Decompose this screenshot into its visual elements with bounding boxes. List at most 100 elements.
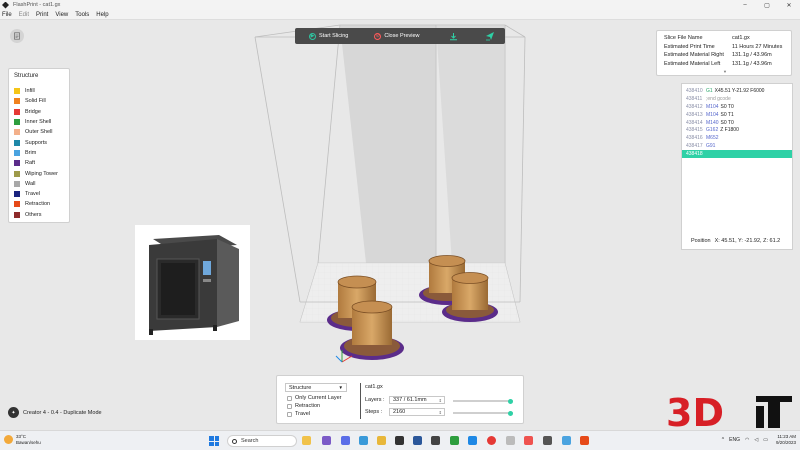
slice-info-panel: Slice File Name cat1.gx Estimated Print Ti… (656, 30, 792, 76)
send-to-printer-icon[interactable] (484, 30, 496, 42)
legend-swatch (14, 180, 20, 187)
download-icon[interactable] (448, 30, 460, 42)
slice-info-label: Estimated Material Left (664, 61, 721, 68)
gcode-line-number: 438410 (686, 87, 703, 94)
spin-arrows-icon[interactable]: ⇕ (439, 410, 442, 415)
slicer-app-icon[interactable] (506, 436, 515, 445)
taskbar-search[interactable]: Search (227, 435, 297, 447)
gcode-line[interactable]: 438415 G162 Z F1800 (682, 126, 792, 134)
legend-label: Outer Shell (25, 129, 53, 136)
close-window-button[interactable]: ✕ (778, 0, 800, 10)
search-icon (232, 438, 237, 444)
gcode-command: G91 (706, 143, 716, 150)
layers-slider-handle[interactable] (508, 398, 513, 404)
terminal-app-icon[interactable] (431, 436, 440, 445)
structure-dropdown[interactable]: Structure ▼ (285, 383, 347, 392)
3d-viewport[interactable] (0, 20, 800, 430)
retraction-checkbox[interactable]: Retraction (287, 403, 320, 409)
gcode-panel[interactable]: 438410 G1 X45.51 Y-21.92 F6000 438411 ;end g… (681, 83, 793, 250)
speaker-icon[interactable]: ◁ (754, 437, 758, 443)
gcode-line[interactable]: 438414 M140 S0 T0 (682, 119, 792, 127)
gcode-line-number: 438415 (686, 127, 703, 134)
app-logo-icon (2, 1, 9, 9)
checkbox-box[interactable] (287, 411, 292, 417)
windows-start-icon[interactable] (209, 436, 219, 446)
widget-app-icon[interactable] (302, 436, 311, 445)
close-preview-label: Close Preview (384, 33, 420, 39)
battery-icon[interactable]: ▭ (763, 437, 768, 443)
slice-info-label: Estimated Material Right (664, 52, 724, 59)
wifi-icon[interactable]: ◠ (745, 437, 749, 443)
printer-head-icon: ✦ (8, 407, 19, 418)
mail-app-icon[interactable] (562, 436, 571, 445)
word-app-icon[interactable] (413, 436, 422, 445)
gcode-line[interactable]: 438412 M104 S0 T0 (682, 103, 792, 111)
window-controls: – ▢ ✕ (734, 0, 800, 10)
chrome-app-icon[interactable] (487, 436, 496, 445)
collapse-caret-icon[interactable]: ▼ (723, 69, 727, 74)
legend-swatch (14, 98, 20, 105)
file-explorer-icon[interactable] (377, 436, 386, 445)
store-app-icon[interactable] (395, 436, 404, 445)
travel-checkbox[interactable]: Travel (287, 411, 310, 417)
document-icon[interactable] (10, 29, 24, 43)
xbox-app-icon[interactable] (450, 436, 459, 445)
steps-spinbox[interactable]: 2160 ⇕ (389, 408, 445, 416)
build-volume-scene[interactable] (0, 20, 800, 430)
steps-slider[interactable] (453, 410, 513, 416)
gcode-line[interactable]: 438416 M652 (682, 134, 792, 142)
checkbox-box[interactable] (287, 395, 292, 401)
close-preview-button[interactable]: ⊘ Close Preview (374, 28, 420, 44)
maximize-button[interactable]: ▢ (756, 0, 778, 10)
checkbox-box[interactable] (287, 403, 292, 409)
legend-item: Bridge (14, 107, 64, 117)
legend-item: Wall (14, 179, 64, 189)
chevron-up-icon[interactable]: ^ (722, 437, 724, 443)
language-indicator[interactable]: ENG (729, 437, 740, 443)
gcode-args: S0 T0 (720, 119, 734, 126)
gcode-command: M140 (706, 119, 719, 126)
legend-item: Raft (14, 158, 64, 168)
photos-app-icon[interactable] (468, 436, 477, 445)
weather-widget[interactable]: 33°C Bawan/sehu (4, 434, 41, 445)
legend-swatch (14, 139, 20, 146)
calculator-app-icon[interactable] (543, 436, 552, 445)
media-app-icon[interactable] (524, 436, 533, 445)
gcode-line[interactable]: 438413 M104 S0 T1 (682, 111, 792, 119)
panel-divider (360, 383, 361, 419)
menu-help[interactable]: Help (96, 12, 108, 18)
spin-arrows-icon[interactable]: ⇕ (439, 398, 442, 403)
only-current-layer-checkbox[interactable]: Only Current Layer (287, 395, 341, 401)
menu-print[interactable]: Print (36, 12, 48, 18)
menu-view[interactable]: View (55, 12, 68, 18)
legend-swatch (14, 201, 20, 208)
gcode-line[interactable]: 438417 G91 (682, 142, 792, 150)
machine-mode-indicator[interactable]: ✦ Creator 4 - 0.4 - Duplicate Mode (8, 407, 102, 418)
minimize-button[interactable]: – (734, 0, 756, 10)
menu-edit[interactable]: Edit (19, 12, 29, 18)
gcode-line[interactable]: 438418 (682, 150, 792, 159)
menu-tools[interactable]: Tools (75, 12, 89, 18)
layers-slider[interactable] (453, 398, 513, 404)
gcode-args: Z F1800 (720, 127, 739, 134)
gcode-args: S0 T0 (720, 103, 734, 110)
legend-label: Supports (25, 139, 48, 146)
legend-swatch (14, 119, 20, 126)
edge-browser-icon[interactable] (359, 436, 368, 445)
legend-label: Infill (25, 88, 35, 95)
video-app-icon[interactable] (322, 436, 331, 445)
gcode-line[interactable]: 438411 ;end gcode (682, 95, 792, 103)
menu-file[interactable]: File (2, 12, 12, 18)
start-slicing-button[interactable]: ▶ Start Slicing (309, 28, 348, 44)
gcode-args: S0 T1 (720, 111, 734, 118)
slice-info-row: Estimated Material Left 131.1g / 43.96m (664, 60, 784, 69)
layers-label: Layers : (365, 397, 385, 403)
steps-slider-handle[interactable] (508, 410, 513, 416)
layers-spinbox[interactable]: 337 / 61.1mm ⇕ (389, 396, 445, 404)
gcode-line[interactable]: 438410 G1 X45.51 Y-21.92 F6000 (682, 87, 792, 95)
chat-app-icon[interactable] (341, 436, 350, 445)
flashprint-app-icon[interactable] (580, 436, 589, 445)
legend-title: Structure (14, 73, 39, 79)
gcode-line-number: 438414 (686, 119, 703, 126)
clock[interactable]: 11:23 AM 9/20/2023 (776, 434, 796, 446)
